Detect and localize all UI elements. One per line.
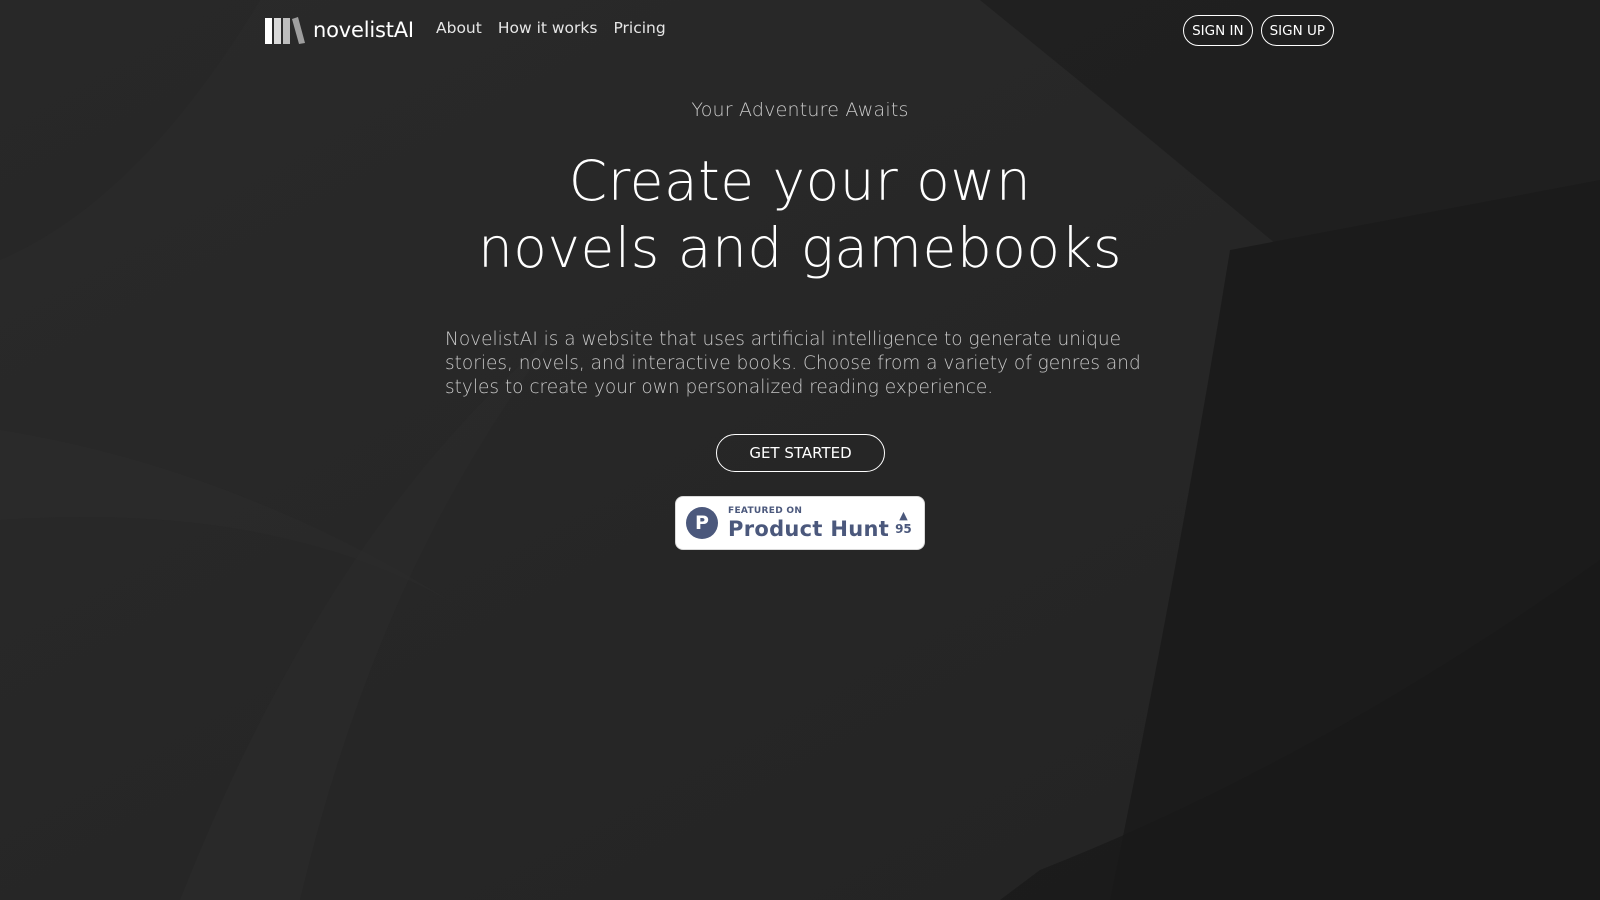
headline-line-2: novels and gamebooks (477, 216, 1123, 280)
hero-eyebrow: Your Adventure Awaits (691, 99, 909, 121)
brand-name: novelistAI (313, 18, 414, 42)
get-started-button[interactable]: GET STARTED (716, 434, 885, 472)
hero-headline: Create your own novels and gamebooks (0, 148, 1600, 282)
upvote-arrow-icon: ▲ (899, 509, 908, 522)
books-logo-icon (265, 17, 305, 44)
nav-link-how-it-works[interactable]: How it works (498, 19, 598, 37)
nav-link-about[interactable]: About (436, 19, 482, 37)
headline-line-1: Create your own (568, 149, 1032, 213)
sign-in-button[interactable]: SIGN IN (1183, 15, 1253, 46)
product-hunt-name: Product Hunt (728, 516, 890, 541)
sign-up-button[interactable]: SIGN UP (1260, 15, 1334, 46)
landing-page: novelistAI About How it works Pricing SI… (0, 0, 1600, 900)
featured-on-label: FEATURED ON (728, 505, 803, 516)
product-hunt-text: FEATURED ON Product Hunt (728, 506, 889, 541)
nav-links: About How it works Pricing (436, 19, 666, 37)
vote-number: 95 (895, 522, 912, 536)
product-hunt-logo-icon: P (686, 507, 718, 539)
product-hunt-badge[interactable]: P FEATURED ON Product Hunt ▲ 95 (675, 496, 925, 550)
auth-buttons: SIGN IN SIGN UP (1183, 15, 1334, 46)
top-navigation: novelistAI About How it works Pricing SI… (0, 0, 1600, 60)
brand-logo-link[interactable]: novelistAI (265, 16, 414, 44)
nav-link-pricing[interactable]: Pricing (613, 19, 665, 37)
hero-description: NovelistAI is a website that uses artifi… (445, 329, 1141, 398)
upvote-count: ▲ 95 (895, 509, 912, 537)
